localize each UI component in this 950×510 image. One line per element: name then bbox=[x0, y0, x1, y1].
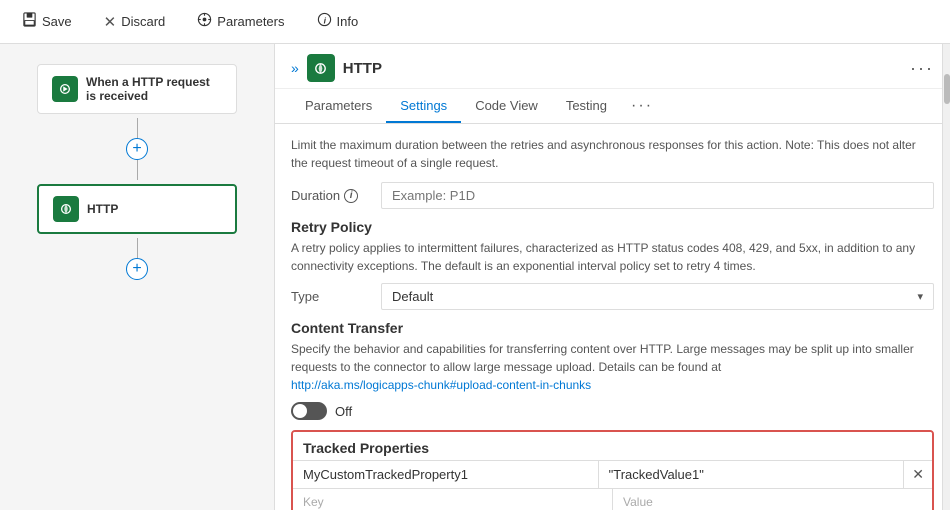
discard-button[interactable]: ✕ Discard bbox=[98, 9, 172, 35]
trigger-label: When a HTTP request is received bbox=[86, 75, 222, 103]
svg-text:i: i bbox=[323, 15, 326, 25]
content-transfer-description: Specify the behavior and capabilities fo… bbox=[291, 340, 934, 394]
http-card-label: HTTP bbox=[87, 202, 118, 216]
type-label: Type bbox=[291, 289, 371, 304]
panel-header: » HTTP ··· bbox=[275, 44, 950, 89]
tracked-property-key-cell: MyCustomTrackedProperty1 bbox=[293, 461, 599, 488]
type-select[interactable]: Default ▾ bbox=[381, 283, 934, 310]
info-button[interactable]: i Info bbox=[311, 8, 365, 35]
save-label: Save bbox=[42, 14, 72, 29]
tab-code-view[interactable]: Code View bbox=[461, 90, 552, 123]
expand-chevron-icon[interactable]: » bbox=[291, 60, 299, 76]
duration-info-icon[interactable]: i bbox=[344, 189, 358, 203]
line-segment bbox=[137, 118, 138, 138]
retry-policy-title: Retry Policy bbox=[291, 219, 934, 235]
connector-top: + bbox=[126, 118, 148, 180]
toggle-label: Off bbox=[335, 404, 352, 419]
http-card[interactable]: HTTP bbox=[37, 184, 237, 234]
type-row: Type Default ▾ bbox=[291, 283, 934, 310]
right-panel: » HTTP ··· Parameters Settings Code View… bbox=[275, 44, 950, 510]
tabs-bar: Parameters Settings Code View Testing ··… bbox=[275, 89, 950, 124]
tracked-property-actions: ✕ bbox=[904, 461, 932, 488]
panel-header-icon bbox=[307, 54, 335, 82]
tab-parameters[interactable]: Parameters bbox=[291, 90, 386, 123]
save-icon bbox=[22, 12, 37, 31]
duration-row: Duration i bbox=[291, 182, 934, 209]
tracked-property-value-cell: "TrackedValue1" bbox=[599, 461, 905, 488]
toggle-thumb bbox=[293, 404, 307, 418]
discard-icon: ✕ bbox=[104, 13, 117, 31]
duration-input[interactable] bbox=[381, 182, 934, 209]
toolbar: Save ✕ Discard Parameters i Info bbox=[0, 0, 950, 44]
add-step-button[interactable]: + bbox=[126, 138, 148, 160]
type-value: Default bbox=[392, 289, 433, 304]
http-icon bbox=[53, 196, 79, 222]
add-step-bottom-button[interactable]: + bbox=[126, 258, 148, 280]
trigger-card[interactable]: When a HTTP request is received bbox=[37, 64, 237, 114]
content-transfer-title: Content Transfer bbox=[291, 320, 934, 336]
allow-chunking-toggle[interactable] bbox=[291, 402, 327, 420]
line-segment-3 bbox=[137, 238, 138, 258]
more-options-button[interactable]: ··· bbox=[910, 58, 934, 79]
panel-title: HTTP bbox=[343, 60, 902, 77]
tracked-property-row: MyCustomTrackedProperty1 "TrackedValue1"… bbox=[293, 460, 932, 488]
select-chevron-icon: ▾ bbox=[917, 290, 923, 303]
parameters-button[interactable]: Parameters bbox=[191, 8, 290, 35]
main-layout: When a HTTP request is received + HTTP +… bbox=[0, 44, 950, 510]
info-label: Info bbox=[337, 14, 359, 29]
save-button[interactable]: Save bbox=[16, 8, 78, 35]
info-icon: i bbox=[317, 12, 332, 31]
tracked-properties-title: Tracked Properties bbox=[293, 432, 932, 460]
scrollbar[interactable] bbox=[942, 44, 950, 510]
allow-chunking-row: Off bbox=[291, 402, 934, 420]
retry-policy-description: A retry policy applies to intermittent f… bbox=[291, 239, 934, 275]
left-panel: When a HTTP request is received + HTTP + bbox=[0, 44, 275, 510]
tabs-more-button[interactable]: ··· bbox=[621, 89, 663, 123]
connector-bottom: + bbox=[126, 238, 148, 280]
parameters-icon bbox=[197, 12, 212, 31]
settings-description: Limit the maximum duration between the r… bbox=[291, 136, 934, 172]
tab-testing[interactable]: Testing bbox=[552, 90, 621, 123]
key-placeholder-cell[interactable]: Key bbox=[293, 489, 613, 510]
chunking-link[interactable]: http://aka.ms/logicapps-chunk#upload-con… bbox=[291, 378, 591, 392]
trigger-icon bbox=[52, 76, 78, 102]
duration-label: Duration i bbox=[291, 188, 371, 203]
tracked-property-placeholder-row: Key Value bbox=[293, 488, 932, 510]
parameters-label: Parameters bbox=[217, 14, 284, 29]
line-segment-2 bbox=[137, 160, 138, 180]
value-placeholder-cell[interactable]: Value bbox=[613, 489, 932, 510]
delete-tracked-property-button[interactable]: ✕ bbox=[912, 466, 924, 483]
tracked-properties-section: Tracked Properties MyCustomTrackedProper… bbox=[291, 430, 934, 510]
discard-label: Discard bbox=[121, 14, 165, 29]
scroll-thumb bbox=[944, 74, 950, 104]
tab-settings[interactable]: Settings bbox=[386, 90, 461, 123]
settings-content: Limit the maximum duration between the r… bbox=[275, 124, 950, 510]
